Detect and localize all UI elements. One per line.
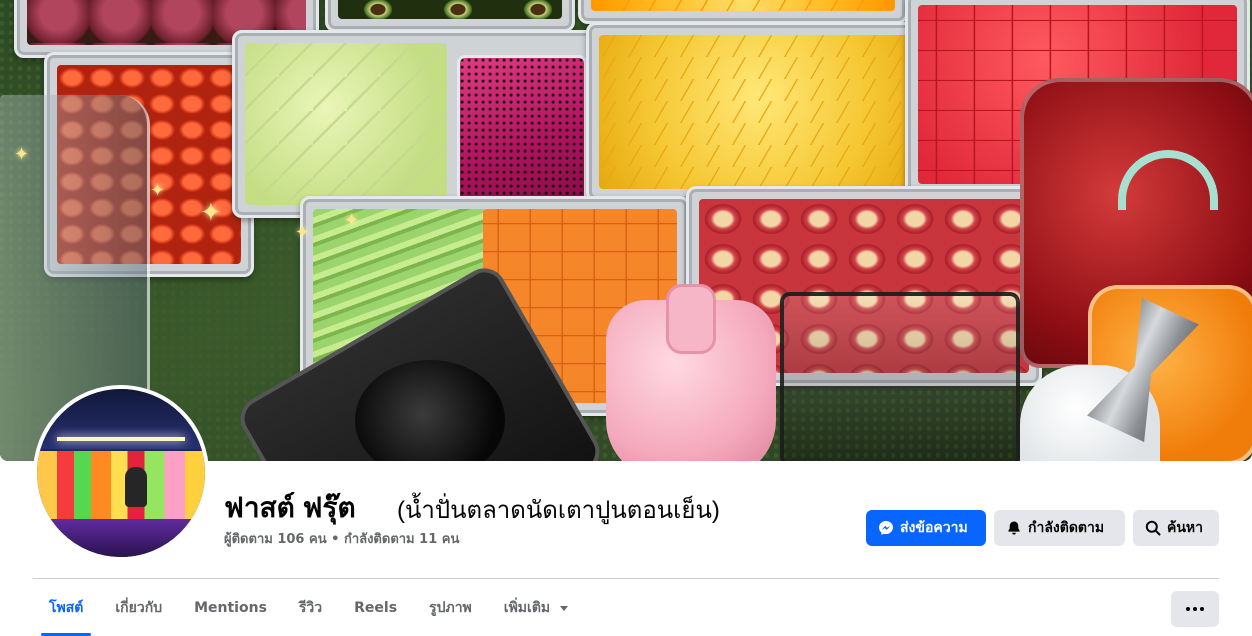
tray-orange (578, 0, 908, 24)
search-icon (1145, 520, 1161, 536)
following-button[interactable]: กำลังติดตาม (994, 510, 1125, 546)
page-title: ฟาสต์ ฟรุ๊ต (224, 492, 356, 523)
send-message-button[interactable]: ส่งข้อความ (866, 510, 986, 546)
bell-icon (1008, 521, 1020, 535)
tab-label: Mentions (194, 600, 267, 616)
tab-label: รูปภาพ (429, 600, 472, 616)
more-horizontal-icon (1200, 607, 1204, 611)
header-divider (33, 578, 1219, 579)
tab-label: เพิ่มเติม (503, 600, 551, 616)
more-horizontal-icon (1186, 607, 1190, 611)
tab-mentions[interactable]: Mentions (178, 588, 283, 628)
sparkle-decoration: ✦ (344, 210, 360, 231)
sparkle-decoration: ✦ (295, 222, 311, 243)
send-message-label: ส่งข้อความ (900, 520, 968, 536)
tray-pineapple (586, 22, 932, 202)
sparkle-decoration: ✦ (14, 144, 30, 165)
tab-photos[interactable]: รูปภาพ (413, 588, 488, 628)
tray-melon-dragonfruit (232, 30, 600, 218)
avatar-lights (57, 437, 185, 441)
pink-cup-cap (666, 284, 716, 354)
avatar-counter (37, 519, 205, 557)
tray-avocado (325, 0, 575, 32)
tab-label: เกี่ยวกับ (115, 600, 163, 616)
search-button[interactable]: ค้นหา (1133, 510, 1219, 546)
blender-jug (780, 292, 1020, 461)
follower-stats[interactable]: ผู้ติดตาม 106 คน • กำลังติดตาม 11 คน (224, 528, 459, 549)
page-tabs: โพสต์ เกี่ยวกับ Mentions รีวิว Reels รูป… (33, 588, 584, 636)
tab-label: Reels (354, 600, 398, 616)
more-horizontal-icon (1193, 607, 1197, 611)
tab-more[interactable]: เพิ่มเติม (488, 588, 584, 628)
tab-reviews[interactable]: รีวิว (283, 588, 338, 628)
sparkle-decoration: ✦ (150, 180, 166, 201)
following-label: กำลังติดตาม (1028, 520, 1105, 536)
sparkle-decoration: ✦ (200, 198, 222, 228)
tab-label: โพสต์ (49, 600, 84, 616)
tab-about[interactable]: เกี่ยวกับ (99, 588, 178, 628)
search-label: ค้นหา (1167, 520, 1204, 536)
profile-avatar[interactable] (33, 385, 209, 561)
tab-reels[interactable]: Reels (338, 588, 413, 628)
avatar-vendor (125, 467, 147, 507)
more-options-button[interactable] (1171, 591, 1219, 627)
tab-posts[interactable]: โพสต์ (33, 588, 99, 636)
tab-label: รีวิว (298, 600, 323, 616)
messenger-icon (879, 521, 893, 535)
page-subtitle: (น้ำปั่นตลาดนัดเตาปูนตอนเย็น) (397, 497, 720, 524)
caret-down-icon (560, 605, 569, 611)
